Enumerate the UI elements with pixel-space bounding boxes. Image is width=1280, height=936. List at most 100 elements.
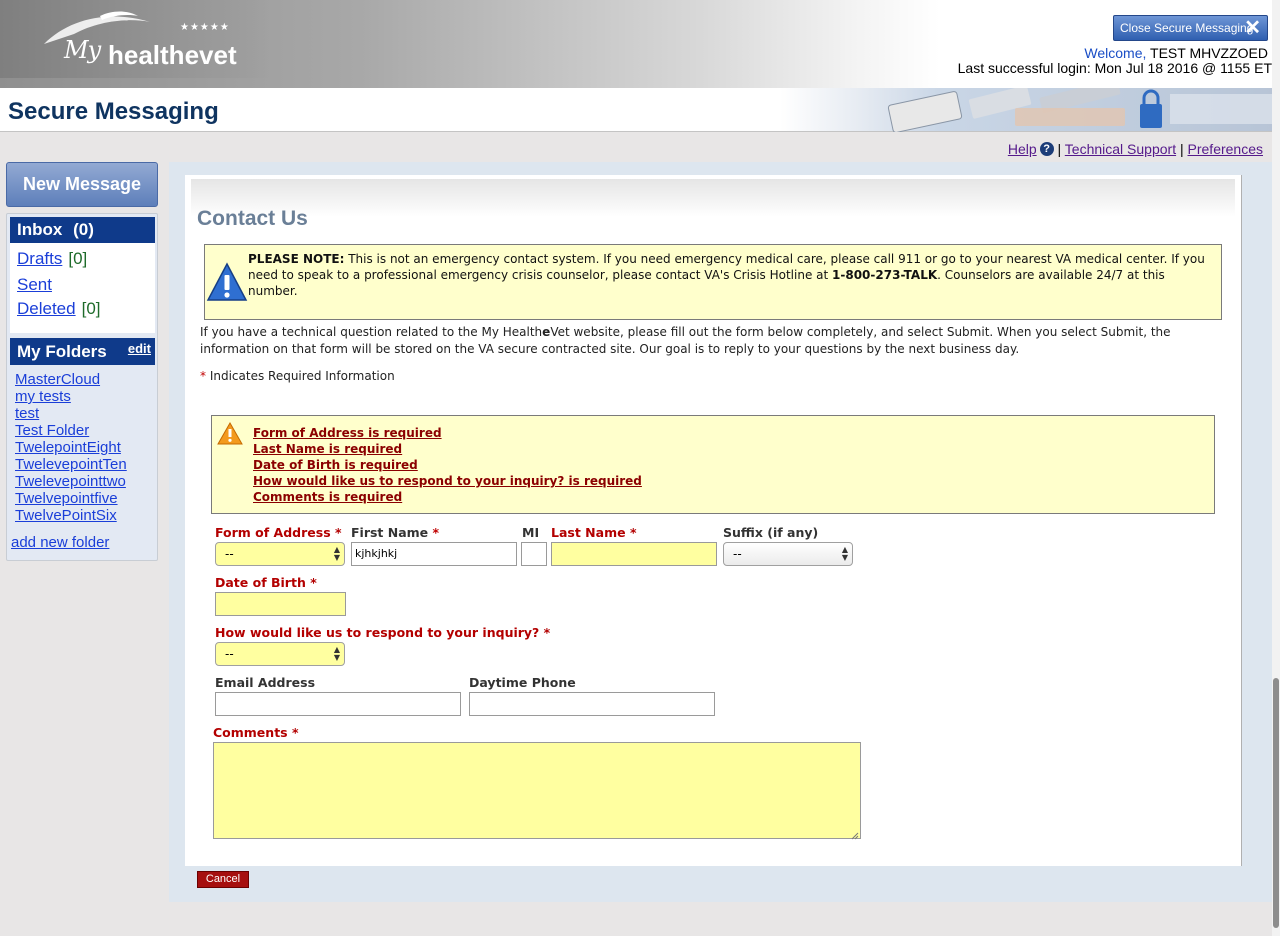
info-warning-icon <box>206 262 248 301</box>
last-name-label: Last Name * <box>551 525 636 540</box>
separator: | <box>1057 141 1062 157</box>
select-arrows-icon: ▲ ▼ <box>333 545 340 562</box>
inbox-count: (0) <box>73 220 94 239</box>
deleted-link[interactable]: Deleted <box>17 299 76 318</box>
comments-label: Comments * <box>213 725 299 740</box>
sidebar-item-inbox[interactable]: Inbox (0) <box>10 217 155 243</box>
sidebar-item-deleted: Deleted [0] <box>17 299 101 319</box>
error-last-name-link[interactable]: Last Name is required <box>253 442 402 456</box>
myhealthevet-logo[interactable]: ★★★★★ My healthevet <box>0 0 270 78</box>
respond-method-label: How would like us to respond to your inq… <box>215 625 550 640</box>
first-name-label: First Name * <box>351 525 439 540</box>
first-name-input[interactable]: kjhkjhkj <box>351 542 517 566</box>
logo-brand-text: healthevet <box>108 40 237 70</box>
folder-item: Twelevepointtwo <box>15 473 126 490</box>
emergency-note-text: PLEASE NOTE: This is not an emergency co… <box>248 251 1218 299</box>
sent-link[interactable]: Sent <box>17 275 52 294</box>
last-login-text: Last successful login: Mon Jul 18 2016 @… <box>957 60 1272 76</box>
drafts-count: [0] <box>68 249 88 268</box>
folder-link[interactable]: Twelvepointfive <box>15 490 118 507</box>
deleted-count: [0] <box>81 299 101 318</box>
required-star: * <box>291 725 299 740</box>
folder-link[interactable]: test <box>15 405 39 422</box>
label-text: First Name <box>351 525 429 540</box>
my-folders-heading: My Folders edit <box>10 338 155 365</box>
title-bar: Secure Messaging <box>0 88 1280 132</box>
add-new-folder-link[interactable]: add new folder <box>11 534 109 551</box>
error-respond-method-link[interactable]: How would like us to respond to your inq… <box>253 474 642 488</box>
select-arrows-icon: ▲ ▼ <box>333 645 340 662</box>
label-text: Comments <box>213 725 288 740</box>
date-of-birth-label: Date of Birth * <box>215 575 317 590</box>
page-scrollbar[interactable] <box>1272 0 1280 936</box>
form-of-address-select[interactable]: -- ▲ ▼ <box>215 542 345 566</box>
sidebar-item-sent: Sent <box>17 275 52 295</box>
help-icon[interactable]: ? <box>1039 142 1054 156</box>
middle-initial-input[interactable] <box>521 542 547 566</box>
new-message-button[interactable]: New Message <box>6 162 158 207</box>
folder-item: Twelvepointfive <box>15 490 118 507</box>
required-star: * <box>335 525 342 540</box>
label-text: Form of Address <box>215 525 331 540</box>
logo-stars-icon: ★★★★★ <box>180 22 230 33</box>
help-link[interactable]: Help <box>1008 141 1037 157</box>
daytime-phone-input[interactable] <box>469 692 715 716</box>
folder-link[interactable]: TwelepointEight <box>15 439 121 456</box>
utility-links: Help? | Technical Support | Preferences <box>1008 141 1263 157</box>
folder-item: my tests <box>15 388 71 405</box>
folder-link[interactable]: MasterCloud <box>15 371 100 388</box>
suffix-select[interactable]: -- ▲ ▼ <box>723 542 853 566</box>
error-form-of-address-link[interactable]: Form of Address is required <box>253 426 442 440</box>
warning-icon <box>217 422 243 445</box>
preferences-link[interactable]: Preferences <box>1188 141 1263 157</box>
select-arrows-icon: ▲ ▼ <box>841 545 848 562</box>
folder-item: test <box>15 405 39 422</box>
sidebar-nav: Inbox (0) Drafts [0] Sent Deleted [0] My F… <box>6 213 158 561</box>
error-summary-box: Form of Address is required Last Name is… <box>211 415 1215 514</box>
select-value: -- <box>225 547 234 561</box>
my-folders-title: My Folders <box>17 342 107 361</box>
folder-link[interactable]: Twelevepointtwo <box>15 473 126 490</box>
cancel-button[interactable]: Cancel <box>197 871 249 888</box>
required-star: * <box>310 575 317 590</box>
drafts-link[interactable]: Drafts <box>17 249 62 268</box>
folder-link[interactable]: TwelevepointTen <box>15 456 127 473</box>
panel-header-bar <box>191 179 1235 217</box>
email-input[interactable] <box>215 692 461 716</box>
required-note-text: Indicates Required Information <box>209 369 395 383</box>
comments-textarea[interactable] <box>213 742 861 839</box>
folder-item: Test Folder <box>15 422 89 439</box>
folder-item: TwelepointEight <box>15 439 121 456</box>
suffix-label: Suffix (if any) <box>723 525 819 540</box>
welcome-label: Welcome, <box>1084 45 1147 61</box>
respond-method-select[interactable]: -- ▲ ▼ <box>215 642 345 666</box>
edit-folders-link[interactable]: edit <box>128 338 151 360</box>
technical-support-link[interactable]: Technical Support <box>1065 141 1176 157</box>
add-folder-item: add new folder <box>11 534 109 551</box>
folder-item: TwelvePointSix <box>15 507 117 524</box>
label-text: How would like us to respond to your inq… <box>215 625 540 640</box>
select-value: -- <box>225 647 234 661</box>
welcome-user: TEST MHVZZOED <box>1150 45 1268 61</box>
contact-us-title: Contact Us <box>197 207 308 230</box>
form-of-address-label: Form of Address * <box>215 525 342 540</box>
folder-link[interactable]: TwelvePointSix <box>15 507 117 524</box>
close-icon: ✕ <box>1244 17 1261 39</box>
error-comments-link[interactable]: Comments is required <box>253 490 402 504</box>
folder-link[interactable]: my tests <box>15 388 71 405</box>
resize-grip-icon[interactable] <box>851 829 859 844</box>
error-date-of-birth-link[interactable]: Date of Birth is required <box>253 458 418 472</box>
required-star: * <box>432 525 440 540</box>
email-label: Email Address <box>215 675 316 690</box>
label-text: Last Name <box>551 525 626 540</box>
intro-text-1: If you have a technical question related… <box>200 325 543 339</box>
label-text: Date of Birth <box>215 575 306 590</box>
site-header: ★★★★★ My healthevet Close Secure Messagi… <box>0 0 1280 88</box>
keyboard-lock-banner-image <box>887 88 1280 132</box>
last-name-input[interactable] <box>551 542 717 566</box>
folder-link[interactable]: Test Folder <box>15 422 89 439</box>
scrollbar-thumb[interactable] <box>1273 678 1279 928</box>
logo-my-text: My <box>64 36 101 64</box>
date-of-birth-input[interactable] <box>215 592 346 616</box>
close-secure-messaging-button[interactable]: Close Secure Messaging ✕ <box>1113 15 1268 41</box>
